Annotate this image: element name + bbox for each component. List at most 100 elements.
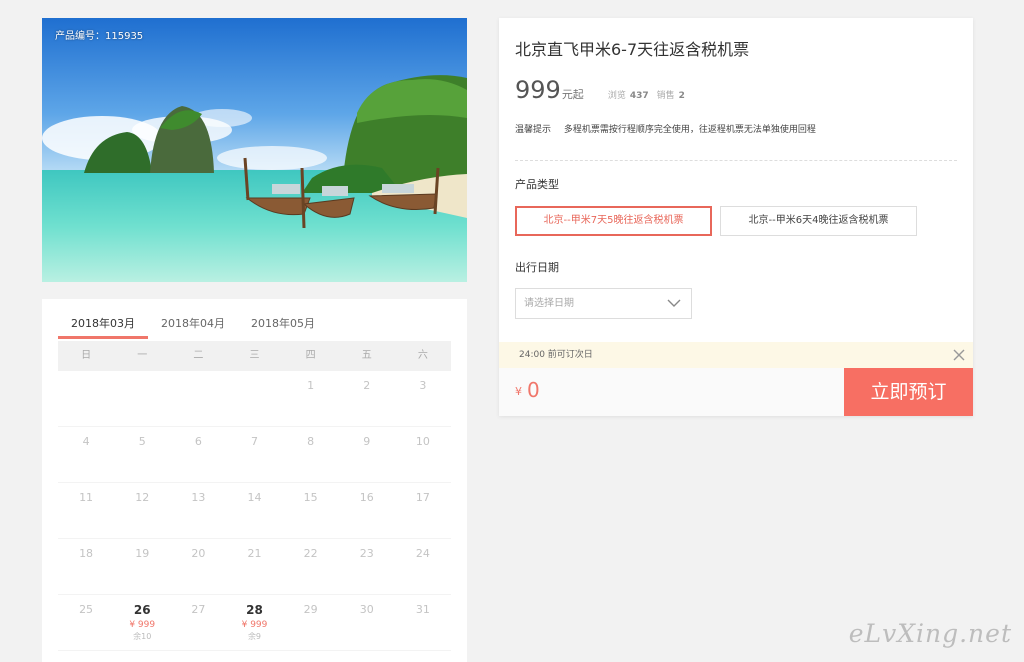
calendar-day: 2 <box>339 371 395 426</box>
booking-notice: 24:00 前可订次日 <box>499 342 973 368</box>
calendar-day: 12 <box>114 483 170 538</box>
booking-footer: ¥ 0 立即预订 <box>499 368 973 416</box>
calendar-day: 23 <box>339 539 395 594</box>
day-stock: 余10 <box>133 632 152 641</box>
travel-date-select[interactable]: 请选择日期 <box>515 288 692 319</box>
calendar-day: 13 <box>170 483 226 538</box>
tab-month-2018-03[interactable]: 2018年03月 <box>58 313 148 339</box>
product-type-option-6d4n[interactable]: 北京--甲米6天4晚往返含税机票 <box>720 206 917 236</box>
day-number: 5 <box>138 435 146 448</box>
day-number: 14 <box>247 491 262 504</box>
product-image: 产品编号：115935 <box>42 18 467 282</box>
price-unit: 元起 <box>561 88 584 101</box>
calendar-day: 14 <box>226 483 282 538</box>
calendar-week-row: 1 2 3 <box>58 371 451 427</box>
calendar-day: 19 <box>114 539 170 594</box>
day-number: 13 <box>191 491 206 504</box>
day-number: 9 <box>363 435 371 448</box>
day-number: 28 <box>246 603 263 617</box>
product-type-label: 产品类型 <box>515 178 559 191</box>
day-number: 4 <box>82 435 90 448</box>
day-number: 23 <box>359 547 374 560</box>
day-number: 18 <box>79 547 94 560</box>
calendar-empty-cell <box>226 371 282 426</box>
views-count: 437 <box>629 91 649 101</box>
day-number: 20 <box>191 547 206 560</box>
day-number: 10 <box>415 435 430 448</box>
day-number: 2 <box>363 379 371 392</box>
close-icon[interactable] <box>951 342 967 368</box>
calendar-grid: 日 一 二 三 四 五 六 1 2 3 4 5 6 7 8 9 10 11 12 13 14 15 16 17 1… <box>58 341 451 651</box>
calendar-day: 30 <box>339 595 395 650</box>
calendar-day: 10 <box>395 427 451 482</box>
tip-label: 温馨提示 <box>515 125 552 135</box>
calendar-day: 4 <box>58 427 114 482</box>
calendar-day: 5 <box>114 427 170 482</box>
calendar-day: 27 <box>170 595 226 650</box>
day-price: ¥ 999 <box>129 620 156 630</box>
book-now-button[interactable]: 立即预订 <box>844 368 973 416</box>
day-number: 27 <box>191 603 206 616</box>
tip-text: 多程机票需按行程顺序完全使用，往返程机票无法单独使用回程 <box>563 125 816 135</box>
calendar-day: 8 <box>283 427 339 482</box>
divider <box>515 160 957 161</box>
day-number: 11 <box>79 491 94 504</box>
day-number: 19 <box>135 547 150 560</box>
day-number: 29 <box>303 603 318 616</box>
calendar-day: 7 <box>226 427 282 482</box>
weekday-label: 三 <box>249 350 260 361</box>
calendar-day-available[interactable]: 26 ¥ 999 余10 <box>114 595 170 650</box>
weekday-header: 日 一 二 三 四 五 六 <box>58 341 451 371</box>
travel-date-placeholder: 请选择日期 <box>524 298 574 309</box>
day-number: 31 <box>415 603 430 616</box>
day-number: 22 <box>303 547 318 560</box>
weekday-label: 日 <box>81 350 92 361</box>
views-label: 浏览 <box>607 91 626 101</box>
sales-label: 销售 <box>656 91 675 101</box>
calendar-day: 16 <box>339 483 395 538</box>
day-number: 3 <box>419 379 427 392</box>
product-code: 产品编号：115935 <box>55 31 144 42</box>
weekday-label: 六 <box>417 350 428 361</box>
day-number: 12 <box>135 491 150 504</box>
tab-month-2018-04[interactable]: 2018年04月 <box>148 313 238 339</box>
calendar-day: 24 <box>395 539 451 594</box>
day-number: 30 <box>359 603 374 616</box>
calendar-day-available[interactable]: 28 ¥ 999 余9 <box>226 595 282 650</box>
total-price: 0 <box>527 378 540 402</box>
watermark: eLvXing.net <box>848 619 1012 648</box>
day-number: 21 <box>247 547 262 560</box>
day-number: 15 <box>303 491 318 504</box>
calendar-week-row: 4 5 6 7 8 9 10 <box>58 427 451 483</box>
day-number: 1 <box>307 379 315 392</box>
beach-photo <box>42 18 467 282</box>
calendar-day: 25 <box>58 595 114 650</box>
calendar-day: 20 <box>170 539 226 594</box>
calendar-week-row: 25 26 ¥ 999 余10 27 28 ¥ 999 余9 29 30 31 <box>58 595 451 651</box>
calendar-day: 15 <box>283 483 339 538</box>
calendar-empty-cell <box>58 371 114 426</box>
price-row: 999 元起 浏览 437 销售 2 <box>515 76 685 104</box>
calendar-day: 17 <box>395 483 451 538</box>
day-number: 8 <box>307 435 315 448</box>
calendar-week-row: 18 19 20 21 22 23 24 <box>58 539 451 595</box>
day-number: 24 <box>415 547 430 560</box>
calendar-day: 31 <box>395 595 451 650</box>
day-number: 25 <box>79 603 94 616</box>
product-title: 北京直飞甲米6-7天往返含税机票 <box>515 40 750 59</box>
travel-date-label: 出行日期 <box>515 261 559 274</box>
sales-count: 2 <box>678 91 685 101</box>
calendar-day: 6 <box>170 427 226 482</box>
day-number: 6 <box>194 435 202 448</box>
calendar-empty-cell <box>114 371 170 426</box>
tab-month-2018-05[interactable]: 2018年05月 <box>238 313 328 339</box>
calendar-empty-cell <box>170 371 226 426</box>
calendar-day: 9 <box>339 427 395 482</box>
product-type-option-7d5n[interactable]: 北京--甲米7天5晚往返含税机票 <box>515 206 712 236</box>
weekday-label: 一 <box>137 350 148 361</box>
calendar-day: 29 <box>283 595 339 650</box>
day-number: 26 <box>133 603 151 617</box>
calendar-day: 22 <box>283 539 339 594</box>
chevron-down-icon <box>667 299 681 307</box>
calendar-day: 3 <box>395 371 451 426</box>
